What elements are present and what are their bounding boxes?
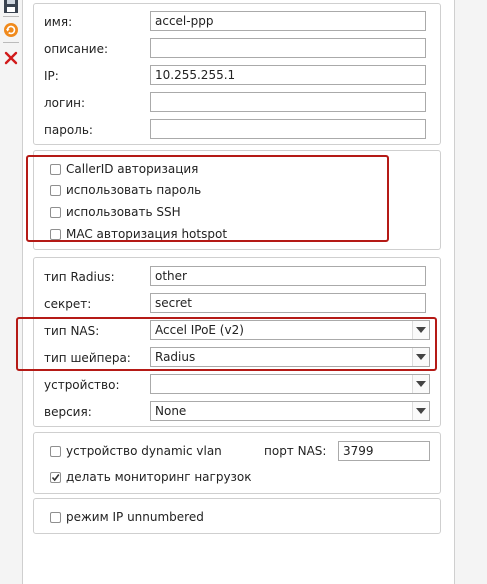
unnumbered-fieldset: режим IP unnumbered — [33, 498, 441, 534]
use-password-checkbox[interactable] — [50, 185, 61, 196]
device-row: устройство: — [34, 374, 440, 396]
version-value: None — [155, 404, 187, 418]
nas-type-value: Accel IPoE (v2) — [155, 323, 244, 337]
refresh-icon[interactable] — [3, 22, 19, 38]
toolbar-separator — [3, 16, 19, 17]
secret-label: секрет: — [44, 297, 92, 311]
chevron-down-icon[interactable] — [412, 321, 429, 339]
form-panel: имя: описание: IP: логин: пароль: Caller… — [22, 0, 455, 584]
name-row: имя: — [34, 11, 440, 33]
chevron-down-icon[interactable] — [412, 375, 429, 393]
password-input[interactable] — [150, 119, 426, 139]
ip-label: IP: — [44, 69, 59, 83]
chevron-down-icon[interactable] — [412, 402, 429, 420]
extra-fieldset: устройство dynamic vlan порт NAS: делать… — [33, 432, 441, 494]
unnumbered-checkbox[interactable] — [50, 512, 61, 523]
secret-row: секрет: — [34, 293, 440, 315]
device-label: устройство: — [44, 378, 120, 392]
version-row: версия: None — [34, 401, 440, 423]
dynamic-vlan-label: устройство dynamic vlan — [66, 444, 222, 458]
dynamic-vlan-checkbox[interactable] — [50, 446, 61, 457]
version-select[interactable]: None — [150, 401, 430, 421]
use-ssh-checkbox[interactable] — [50, 207, 61, 218]
radius-type-input[interactable] — [150, 266, 426, 286]
auth-fieldset: CallerID авторизация использовать пароль… — [33, 150, 441, 250]
device-select[interactable] — [150, 374, 430, 394]
nas-type-select[interactable]: Accel IPoE (v2) — [150, 320, 430, 340]
version-label: версия: — [44, 405, 92, 419]
chevron-down-icon[interactable] — [412, 348, 429, 366]
radius-type-row: тип Radius: — [34, 266, 440, 288]
mac-hotspot-checkbox[interactable] — [50, 229, 61, 240]
save-icon[interactable] — [3, 0, 19, 16]
nas-port-input[interactable] — [338, 441, 430, 461]
delete-icon[interactable] — [3, 50, 19, 66]
radius-type-label: тип Radius: — [44, 270, 115, 284]
toolbar-separator — [3, 42, 19, 43]
nas-type-label: тип NAS: — [44, 324, 100, 338]
callerid-checkbox[interactable] — [50, 164, 61, 175]
shaper-type-select[interactable]: Radius — [150, 347, 430, 367]
unnumbered-label: режим IP unnumbered — [66, 510, 204, 524]
description-label: описание: — [44, 42, 109, 56]
left-toolbar — [0, 0, 22, 584]
login-row: логин: — [34, 92, 440, 114]
shaper-type-label: тип шейпера: — [44, 351, 131, 365]
radius-fieldset: тип Radius: секрет: тип NAS: Accel IPoE … — [33, 257, 441, 427]
ip-row: IP: — [34, 65, 440, 87]
description-row: описание: — [34, 38, 440, 60]
shaper-type-row: тип шейпера: Radius — [34, 347, 440, 369]
password-row: пароль: — [34, 119, 440, 141]
callerid-label: CallerID авторизация — [66, 162, 199, 176]
nas-port-label: порт NAS: — [264, 444, 327, 458]
use-password-label: использовать пароль — [66, 183, 202, 197]
login-input[interactable] — [150, 92, 426, 112]
monitoring-label: делать мониторинг нагрузок — [66, 470, 252, 484]
secret-input[interactable] — [150, 293, 426, 313]
login-label: логин: — [44, 96, 86, 110]
nas-type-row: тип NAS: Accel IPoE (v2) — [34, 320, 440, 342]
name-label: имя: — [44, 15, 73, 29]
use-ssh-label: использовать SSH — [66, 205, 181, 219]
mac-hotspot-label: MAC авторизация hotspot — [66, 227, 228, 241]
name-input[interactable] — [150, 11, 426, 31]
basic-fieldset: имя: описание: IP: логин: пароль: — [33, 3, 441, 145]
shaper-type-value: Radius — [155, 350, 196, 364]
password-label: пароль: — [44, 123, 93, 137]
ip-input[interactable] — [150, 65, 426, 85]
monitoring-checkbox[interactable] — [50, 472, 61, 483]
description-input[interactable] — [150, 38, 426, 58]
